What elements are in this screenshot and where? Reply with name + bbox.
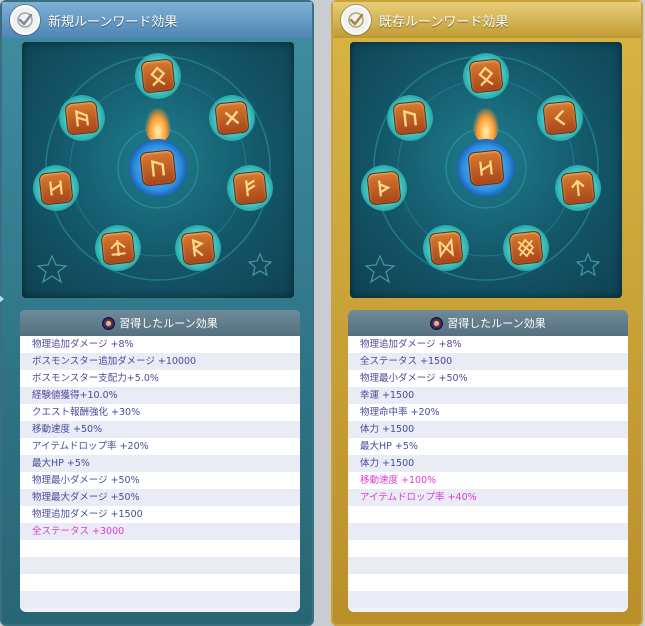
effect-row: [348, 574, 628, 591]
rune-slot-lower-right[interactable]: [175, 225, 221, 271]
tiwaz-rune-icon: [560, 170, 596, 206]
list-header-label: 習得したルーン効果: [119, 317, 218, 330]
list-header: 習得したルーン効果: [20, 310, 300, 336]
effect-row: [348, 591, 628, 608]
flame-effect: [145, 108, 171, 142]
rune-orb-icon: [430, 316, 444, 330]
left-arrow-icon[interactable]: [0, 294, 4, 304]
effect-row: 全ステータス +3000: [20, 523, 300, 540]
rune-slot-center[interactable]: [129, 139, 187, 197]
effect-row: [20, 540, 300, 557]
uruz-rune-icon: [139, 149, 177, 187]
raidho-rune-icon: [180, 230, 216, 266]
rune-slot-top[interactable]: [135, 53, 181, 99]
effect-row: アイテムドロップ率 +40%: [348, 489, 628, 506]
effect-row: [348, 506, 628, 523]
effect-row: [348, 523, 628, 540]
effect-row: [20, 574, 300, 591]
effect-row: 物理最大ダメージ +50%: [20, 489, 300, 506]
hagalaz-rune-icon: [38, 170, 74, 206]
check-icon: [10, 5, 40, 35]
effect-row: 物理追加ダメージ +1500: [20, 506, 300, 523]
effect-row: ボスモンスター支配力+5.0%: [20, 370, 300, 387]
panel-header: 既存ルーンワード効果: [333, 2, 641, 38]
effect-row: 物理最小ダメージ +50%: [348, 370, 628, 387]
rune-circle-area: [350, 42, 622, 298]
effect-row: 移動速度 +50%: [20, 421, 300, 438]
effect-row: ボスモンスター追加ダメージ +10000: [20, 353, 300, 370]
rune-slot-upper-right[interactable]: [209, 95, 255, 141]
rune-slot-upper-left[interactable]: [59, 95, 105, 141]
rune-slot-lower-left[interactable]: [423, 225, 469, 271]
rune-slot-upper-right[interactable]: [537, 95, 583, 141]
effect-row: 経験値獲得+10.0%: [20, 387, 300, 404]
panel-title: 新規ルーンワード効果: [48, 14, 178, 30]
hagalaz-rune-icon: [467, 149, 505, 187]
effect-row: 物理命中率 +20%: [348, 404, 628, 421]
othala-rune-icon: [140, 58, 176, 94]
learned-effects-list[interactable]: 習得したルーン効果 物理追加ダメージ +8% ボスモンスター追加ダメージ +100…: [20, 310, 300, 612]
rune-slot-left[interactable]: [361, 165, 407, 211]
rune-slot-right[interactable]: [555, 165, 601, 211]
rune-orb-icon: [102, 316, 116, 330]
kenaz-rune-icon: [542, 100, 578, 136]
rune-slot-right[interactable]: [227, 165, 273, 211]
dagaz-rune-icon: [428, 230, 464, 266]
effect-row: 物理追加ダメージ +8%: [20, 336, 300, 353]
fehu-rune-icon: [232, 170, 268, 206]
othala-rune-icon: [468, 58, 504, 94]
effect-row: [348, 540, 628, 557]
effect-row: [20, 591, 300, 608]
effect-row: 体力 +1500: [348, 421, 628, 438]
check-icon: [341, 5, 371, 35]
rune-slot-upper-left[interactable]: [387, 95, 433, 141]
gebo-rune-icon: [214, 100, 250, 136]
rune-slot-center[interactable]: [457, 139, 515, 197]
rune-slot-lower-left[interactable]: [95, 225, 141, 271]
ingwaz-rune-icon: [508, 230, 544, 266]
thurisaz-rune-icon: [366, 170, 402, 206]
rune-circle-area: [22, 42, 294, 298]
effect-rows: 物理追加ダメージ +8% ボスモンスター追加ダメージ +10000 ボスモンスター支…: [20, 336, 300, 608]
effect-row: 最大HP +5%: [20, 455, 300, 472]
new-runeword-panel: 新規ルーンワード効果 習得したルーン効果 物理追加ダメージ +8% ボスモンスター…: [0, 0, 314, 626]
effect-rows: 物理追加ダメージ +8% 全ステータス +1500 物理最小ダメージ +50% 幸運 …: [348, 336, 628, 608]
effect-row: 体力 +1500: [348, 455, 628, 472]
effect-row: 物理最小ダメージ +50%: [20, 472, 300, 489]
flame-effect: [473, 108, 499, 142]
existing-runeword-panel: 既存ルーンワード効果 習得したルーン効果 物理追加ダメージ +8% 全ステータス …: [331, 0, 643, 626]
effect-row: アイテムドロップ率 +20%: [20, 438, 300, 455]
effect-row: 移動速度 +100%: [348, 472, 628, 489]
rune-slot-left[interactable]: [33, 165, 79, 211]
panel-title: 既存ルーンワード効果: [379, 14, 509, 30]
effect-row: [348, 557, 628, 574]
list-header: 習得したルーン効果: [348, 310, 628, 336]
ansuz-rune-icon: [64, 100, 100, 136]
learned-effects-list[interactable]: 習得したルーン効果 物理追加ダメージ +8% 全ステータス +1500 物理最小ダメ…: [348, 310, 628, 612]
effect-row: 全ステータス +1500: [348, 353, 628, 370]
tiwaz-rune-icon: [100, 230, 136, 266]
rune-slot-lower-right[interactable]: [503, 225, 549, 271]
effect-row: クエスト報酬強化 +30%: [20, 404, 300, 421]
panel-header: 新規ルーンワード効果: [2, 2, 312, 38]
uruz-rune-icon: [392, 100, 428, 136]
effect-row: 物理追加ダメージ +8%: [348, 336, 628, 353]
effect-row: [20, 557, 300, 574]
rune-slot-top[interactable]: [463, 53, 509, 99]
list-header-label: 習得したルーン効果: [447, 317, 546, 330]
effect-row: 最大HP +5%: [348, 438, 628, 455]
effect-row: 幸運 +1500: [348, 387, 628, 404]
